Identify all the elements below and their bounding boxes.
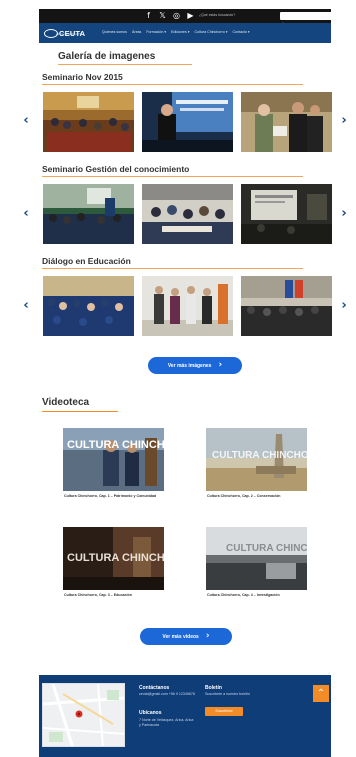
nav-item-contacto[interactable]: Contacto ▾ — [233, 30, 250, 34]
main-nav: CEUTA ARICA Y PARINACOTA Quienes somos Á… — [39, 23, 331, 43]
video-thumbnail[interactable]: CULTURA CHINCHORRO — [63, 527, 164, 590]
gallery-photo[interactable] — [241, 184, 332, 244]
carousel-prev-icon[interactable]: ‹ — [21, 114, 31, 128]
location-map[interactable] — [42, 683, 125, 747]
gallery-photo[interactable] — [142, 92, 233, 152]
footer-contact-text: ceuta@gmail.com +56 9 12345678 — [139, 692, 195, 696]
section-title-seminario-2015: Seminario Nov 2015 — [42, 72, 123, 82]
video-caption[interactable]: Cultura Chinchorro, Cap. 4 – Investigaci… — [207, 593, 317, 598]
more-images-button[interactable]: Ver más imágenes › — [148, 357, 242, 374]
gallery-title: Galería de imagenes — [58, 51, 156, 62]
gallery-title-underline — [58, 64, 192, 65]
gallery-photo[interactable] — [241, 92, 332, 152]
more-videos-button[interactable]: Ver más videos › — [140, 628, 232, 645]
footer-contact-title: Contáctanos — [139, 685, 170, 691]
facebook-icon[interactable]: f — [144, 11, 153, 20]
video-caption[interactable]: Cultura Chinchorro, Cap. 1 – Patrimonio … — [64, 494, 174, 499]
search-box[interactable] — [280, 12, 354, 28]
gallery-photo[interactable] — [241, 276, 332, 336]
social-links: f 𝕏 ◎ ▶ — [144, 11, 195, 20]
nav-item-areas[interactable]: Áreas — [132, 30, 141, 34]
gallery-photo[interactable] — [43, 184, 134, 244]
section-underline — [42, 84, 303, 85]
nav-item-formacion[interactable]: Formación ▾ — [146, 30, 166, 34]
footer: Contáctanos ceuta@gmail.com +56 9 123456… — [39, 675, 331, 757]
logo-subtitle: ARICA Y PARINACOTA — [56, 33, 83, 36]
nav-item-cultura[interactable]: Cultura Chinchorro ▾ — [195, 30, 228, 34]
section-underline — [42, 176, 303, 177]
section-title-gestion: Seminario Gestión del conocimiento — [42, 164, 190, 174]
nav-item-ediciones[interactable]: Ediciones ▾ — [171, 30, 189, 34]
footer-location-title: Ubícanos — [139, 710, 162, 716]
footer-newsletter-text: Suscríbete a nuestro boletín — [205, 692, 250, 696]
x-icon[interactable]: 𝕏 — [158, 11, 167, 20]
back-to-top-icon[interactable]: ⌃ — [313, 685, 329, 702]
section-title-dialogo: Diálogo en Educación — [42, 256, 131, 266]
videos-title: Videoteca — [42, 397, 90, 408]
videos-title-underline — [42, 411, 118, 412]
page: f 𝕏 ◎ ▶ ¿Qué estás buscando? ⌕ CEUTA ARI… — [0, 0, 356, 757]
carousel-next-icon[interactable]: › — [339, 299, 349, 313]
chevron-right-icon: › — [205, 631, 210, 641]
gallery-photo[interactable] — [142, 184, 233, 244]
gallery-photo[interactable] — [142, 276, 233, 336]
section-underline — [42, 268, 303, 269]
video-overlay-title: CULTURA CHINCHORRO — [212, 450, 307, 461]
carousel-next-icon[interactable]: › — [339, 114, 349, 128]
footer-newsletter-title: Boletín — [205, 685, 222, 691]
search-prompt: ¿Qué estás buscando? — [199, 13, 236, 17]
nav-menu: Quienes somos Áreas Formación ▾ Edicione… — [102, 30, 250, 34]
video-overlay-title: CULTURA CHINCHORRO — [226, 543, 307, 554]
footer-location-text: 7 Norte de Velásquez, Arica, Arica y Par… — [139, 718, 194, 727]
gallery-photo[interactable] — [43, 276, 134, 336]
carousel-next-icon[interactable]: › — [339, 207, 349, 221]
top-bar: f 𝕏 ◎ ▶ ¿Qué estás buscando? ⌕ — [39, 9, 354, 28]
video-caption[interactable]: Cultura Chinchorro, Cap. 3 – Educación — [64, 593, 174, 598]
chevron-right-icon: › — [218, 360, 223, 370]
instagram-icon[interactable]: ◎ — [172, 11, 181, 20]
carousel-prev-icon[interactable]: ‹ — [21, 299, 31, 313]
video-caption[interactable]: Cultura Chinchorro, Cap. 2 – Conservació… — [207, 494, 317, 499]
nav-item-quienes-somos[interactable]: Quienes somos — [102, 30, 127, 34]
video-thumbnail[interactable]: CULTURA CHINCHORRO — [206, 428, 307, 491]
carousel-prev-icon[interactable]: ‹ — [21, 207, 31, 221]
video-overlay-title: CULTURA CHINCHORRO — [67, 439, 164, 451]
video-thumbnail[interactable]: CULTURA CHINCHORRO — [206, 527, 307, 590]
subscribe-button[interactable]: Suscribirse — [205, 707, 243, 716]
more-videos-label: Ver más videos — [162, 633, 199, 640]
gallery-photo[interactable] — [43, 92, 134, 152]
video-overlay-title: CULTURA CHINCHORRO — [67, 552, 164, 564]
youtube-icon[interactable]: ▶ — [186, 11, 195, 20]
more-images-label: Ver más imágenes — [167, 362, 212, 369]
video-thumbnail[interactable]: CULTURA CHINCHORRO — [63, 428, 164, 491]
